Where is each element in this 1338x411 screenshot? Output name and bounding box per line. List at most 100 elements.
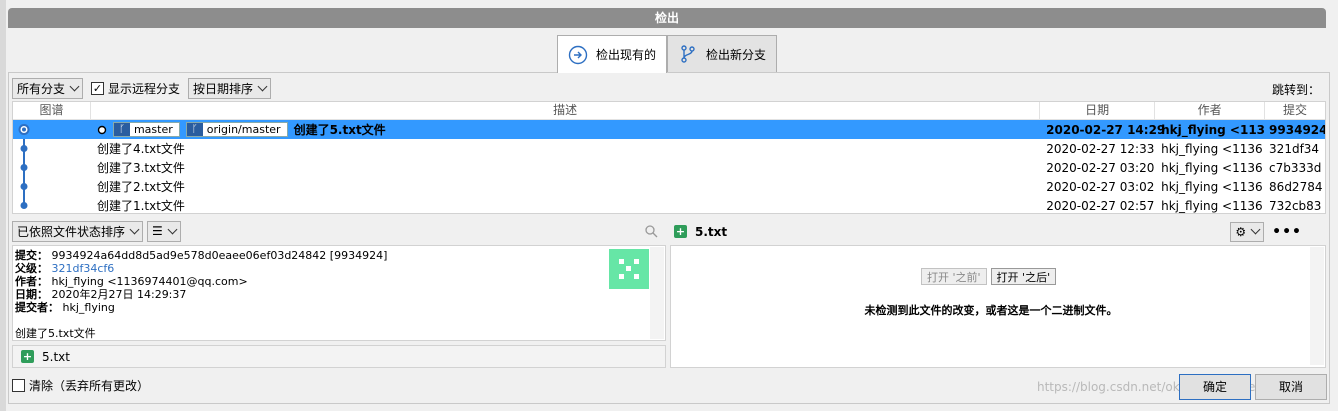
commit-grid: 图谱 描述 日期 作者 提交 ᚴ master ᚴ origin/master 创建… (12, 101, 1326, 214)
date-cell: 2020-02-27 03:02 (1046, 179, 1155, 194)
diff-view: 打开 '之前' 打开 '之后' 未检测到此文件的改变，或者这是一个二进制文件。 (670, 245, 1326, 368)
branch-filter-value: 所有分支 (17, 81, 66, 96)
date-cell: 2020-02-27 14:29 (1046, 122, 1166, 137)
graph-cell (13, 196, 91, 213)
chevron-down-icon (69, 81, 80, 91)
jump-to-label[interactable]: 跳转到： (1272, 81, 1320, 98)
branch-icon: ᚴ (113, 123, 130, 136)
commit-cell: 86d2784 (1269, 179, 1323, 194)
col-graph[interactable]: 图谱 (13, 102, 91, 119)
date-cell: 2020-02-27 12:33 (1046, 141, 1155, 156)
tab-checkout-new-branch[interactable]: 检出新分支 (667, 35, 778, 72)
window-title: 检出 (8, 8, 1326, 28)
commit-cell: 321df34 (1269, 141, 1320, 156)
date-value: 2020年2月27日 14:29:37 (51, 288, 187, 301)
commit-message-full: 创建了5.txt文件 (15, 327, 96, 340)
committer-label: 提交者： (15, 301, 59, 314)
file-list-item[interactable]: + 5.txt (12, 345, 666, 368)
col-description[interactable]: 描述 (91, 102, 1041, 119)
avatar (609, 249, 649, 289)
filter-toolbar: 所有分支 ✓ 显示远程分支 按日期排序 (12, 77, 272, 99)
tab-bar: 检出现有的 检出新分支 (557, 35, 778, 73)
author-cell: hkj_flying <1136 (1161, 179, 1263, 194)
tab-label: 检出现有的 (596, 48, 657, 62)
search-icon[interactable] (644, 224, 658, 238)
date-label: 日期： (15, 288, 48, 301)
gear-icon: ⚙ (1235, 224, 1247, 239)
parent-label: 父级： (15, 262, 48, 275)
added-file-icon: + (674, 225, 687, 238)
show-remote-label: 显示远程分支 (108, 81, 181, 96)
branch-icon: ᚴ (186, 123, 203, 136)
commit-cell: 9934924 (1269, 122, 1325, 137)
commit-message: 创建了5.txt文件 (293, 123, 386, 137)
discard-toggle[interactable]: 清除（丢弃所有更改） (12, 377, 149, 394)
description-cell: 创建了1.txt文件 (96, 199, 185, 213)
author-label: 作者： (15, 275, 48, 288)
diff-scrollbar[interactable] (1310, 247, 1324, 365)
sort-dropdown[interactable]: 按日期排序 (188, 77, 272, 99)
description-cell: 创建了4.txt文件 (96, 142, 185, 156)
table-row[interactable]: 创建了1.txt文件 2020-02-27 02:57 hkj_flying <… (13, 196, 1325, 213)
parent-link[interactable]: 321df34cf6 (52, 262, 115, 275)
chevron-down-icon (129, 224, 140, 234)
graph-cell (13, 158, 91, 177)
author-cell: hkj_flying <1136 (1161, 122, 1266, 137)
window-edge (0, 0, 6, 411)
description-cell: 创建了2.txt文件 (96, 180, 185, 194)
sort-value: 按日期排序 (193, 81, 254, 96)
open-after-button[interactable]: 打开 '之后' (990, 268, 1057, 285)
date-cell: 2020-02-27 02:57 (1046, 198, 1155, 213)
head-marker-icon (97, 125, 107, 134)
ok-button[interactable]: 确定 (1179, 374, 1251, 400)
show-remote-checkbox[interactable]: ✓ (91, 81, 105, 95)
cancel-button[interactable]: 取消 (1255, 374, 1327, 400)
file-list-toolbar: 已依照文件状态排序 ☰ (12, 219, 666, 243)
chevron-down-icon (257, 81, 268, 91)
author-cell: hkj_flying <1136 (1161, 160, 1263, 175)
tab-label: 检出新分支 (706, 47, 767, 62)
committer-value: hkj_flying (62, 301, 115, 314)
table-row[interactable]: 创建了4.txt文件 2020-02-27 12:33 hkj_flying <… (13, 139, 1325, 158)
author-value: hkj_flying <1136974401@qq.com> (51, 275, 248, 288)
no-change-message: 未检测到此文件的改变，或者这是一个二进制文件。 (864, 304, 1118, 317)
commit-label: 提交： (15, 249, 48, 262)
list-icon: ☰ (152, 224, 163, 238)
discard-label: 清除（丢弃所有更改） (29, 379, 150, 393)
show-remote-toggle[interactable]: ✓ 显示远程分支 (91, 80, 180, 97)
branch-tag-label: master (133, 123, 173, 136)
commit-cell: 732cb83 (1269, 198, 1322, 213)
author-cell: hkj_flying <1136 (1161, 141, 1263, 156)
col-author[interactable]: 作者 (1155, 102, 1266, 119)
chevron-down-icon (1250, 224, 1261, 235)
branch-tag-master[interactable]: ᚴ master (112, 122, 180, 137)
commit-hash: 9934924a64dd8d5ad9e578d0eaee06ef03d24842… (51, 249, 388, 262)
branch-filter-dropdown[interactable]: 所有分支 (12, 77, 84, 99)
col-date[interactable]: 日期 (1040, 102, 1156, 119)
date-cell: 2020-02-27 03:20 (1046, 160, 1155, 175)
file-name: 5.txt (42, 349, 70, 364)
graph-cell (13, 177, 91, 196)
open-before-button[interactable]: 打开 '之前' (921, 268, 987, 285)
graph-cell (13, 139, 91, 158)
details-scrollbar[interactable] (650, 247, 664, 339)
graph-cell (13, 120, 91, 139)
description-cell: 创建了3.txt文件 (96, 161, 185, 175)
more-icon[interactable]: ••• (1272, 224, 1302, 240)
table-row[interactable]: 创建了3.txt文件 2020-02-27 03:20 hkj_flying <… (13, 158, 1325, 177)
branch-tag-origin-master[interactable]: ᚴ origin/master (185, 122, 288, 137)
diff-file-name: 5.txt (695, 224, 728, 239)
table-row[interactable]: ᚴ master ᚴ origin/master 创建了5.txt文件 2020-0… (13, 120, 1325, 139)
tab-checkout-existing[interactable]: 检出现有的 (557, 35, 668, 73)
view-mode-dropdown[interactable]: ☰ (147, 220, 181, 242)
diff-header: + 5.txt ⚙ ••• (670, 219, 1326, 244)
added-file-icon: + (21, 350, 34, 363)
author-cell: hkj_flying <1136 (1161, 198, 1263, 213)
diff-options-dropdown[interactable]: ⚙ (1230, 221, 1265, 242)
col-commit[interactable]: 提交 (1265, 102, 1325, 119)
arrow-right-circle-icon (568, 45, 588, 65)
discard-checkbox[interactable] (12, 379, 25, 392)
description-cell: ᚴ master ᚴ origin/master 创建了5.txt文件 (91, 121, 1040, 138)
file-sort-dropdown[interactable]: 已依照文件状态排序 (12, 220, 144, 242)
table-row[interactable]: 创建了2.txt文件 2020-02-27 03:02 hkj_flying <… (13, 177, 1325, 196)
